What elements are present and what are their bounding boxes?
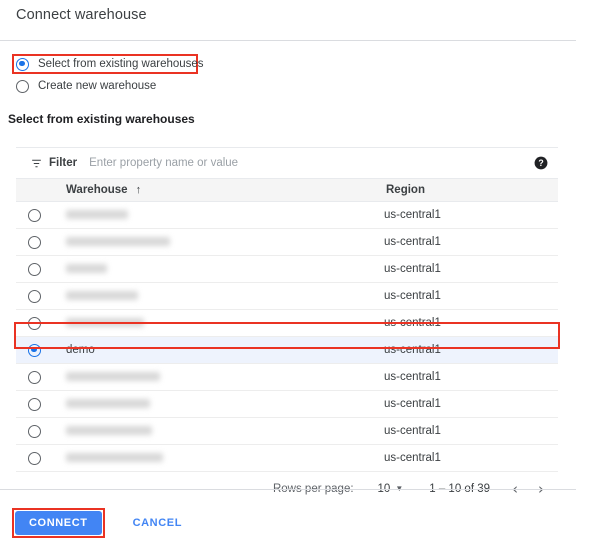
table-row[interactable]: us-central1	[16, 364, 558, 391]
radio-option-create-new[interactable]: Create new warehouse	[12, 77, 198, 95]
row-select-cell[interactable]	[16, 391, 64, 418]
radio-icon-unselected[interactable]	[28, 425, 41, 438]
column-header-region[interactable]: Region	[384, 179, 558, 202]
radio-icon-unselected[interactable]	[28, 317, 41, 330]
table-row[interactable]: us-central1	[16, 391, 558, 418]
row-select-cell[interactable]	[16, 283, 64, 310]
warehouse-name-cell: demo	[64, 337, 384, 364]
row-select-cell[interactable]	[16, 364, 64, 391]
warehouse-name-cell	[64, 445, 384, 472]
redacted-warehouse-name	[66, 399, 150, 408]
region-cell: us-central1	[384, 202, 558, 229]
radio-icon-selected[interactable]	[28, 344, 41, 357]
connect-button-highlight: CONNECT	[12, 508, 105, 538]
table-row[interactable]: us-central1	[16, 310, 558, 337]
page-title: Connect warehouse	[16, 7, 147, 23]
footer-divider	[0, 489, 576, 490]
radio-icon-unselected[interactable]	[28, 452, 41, 465]
filter-label: Filter	[49, 157, 77, 169]
warehouse-name-cell	[64, 202, 384, 229]
region-cell: us-central1	[384, 364, 558, 391]
region-cell: us-central1	[384, 229, 558, 256]
warehouse-name-cell	[64, 256, 384, 283]
section-heading: Select from existing warehouses	[8, 112, 195, 126]
table-row[interactable]: us-central1	[16, 202, 558, 229]
warehouse-name-cell	[64, 418, 384, 445]
table-row[interactable]: us-central1	[16, 445, 558, 472]
column-header-warehouse[interactable]: Warehouse ↑	[64, 179, 384, 202]
row-select-cell[interactable]	[16, 202, 64, 229]
redacted-warehouse-name	[66, 237, 170, 246]
table-header-row: Warehouse ↑ Region	[16, 179, 558, 202]
filter-input[interactable]	[89, 157, 526, 169]
column-header-region-label: Region	[386, 184, 425, 196]
filter-bar: Filter ?	[16, 148, 558, 178]
radio-icon-unselected[interactable]	[28, 290, 41, 303]
redacted-warehouse-name	[66, 291, 138, 300]
table-row[interactable]: us-central1	[16, 283, 558, 310]
svg-text:?: ?	[538, 158, 543, 168]
redacted-warehouse-name	[66, 264, 107, 273]
column-header-select	[16, 179, 64, 202]
redacted-warehouse-name	[66, 372, 160, 381]
table-row[interactable]: us-central1	[16, 229, 558, 256]
region-cell: us-central1	[384, 391, 558, 418]
row-select-cell[interactable]	[16, 445, 64, 472]
table-body: us-central1us-central1us-central1us-cent…	[16, 202, 558, 472]
row-select-cell[interactable]	[16, 229, 64, 256]
region-cell: us-central1	[384, 445, 558, 472]
radio-option-select-existing[interactable]: Select from existing warehouses	[12, 54, 198, 74]
radio-icon-unselected[interactable]	[28, 209, 41, 222]
dialog-actions: CONNECT CANCEL	[12, 508, 188, 538]
warehouse-mode-radio-group: Select from existing warehouses Create n…	[12, 54, 198, 98]
table-row[interactable]: us-central1	[16, 418, 558, 445]
region-cell: us-central1	[384, 418, 558, 445]
warehouse-name-cell	[64, 310, 384, 337]
row-select-cell[interactable]	[16, 418, 64, 445]
help-icon[interactable]: ?	[534, 156, 548, 170]
table-row[interactable]: demo us-central1	[16, 337, 558, 364]
table-row[interactable]: us-central1	[16, 256, 558, 283]
warehouse-name-cell	[64, 364, 384, 391]
radio-icon-unselected[interactable]	[28, 263, 41, 276]
redacted-warehouse-name	[66, 426, 152, 435]
row-select-cell[interactable]	[16, 256, 64, 283]
radio-icon-unselected[interactable]	[28, 398, 41, 411]
warehouse-name-cell	[64, 229, 384, 256]
redacted-warehouse-name	[66, 318, 144, 327]
radio-icon-selected[interactable]	[16, 58, 29, 71]
radio-option-label: Create new warehouse	[38, 80, 156, 92]
radio-icon-unselected[interactable]	[16, 80, 29, 93]
redacted-warehouse-name	[66, 453, 163, 462]
warehouse-name-cell	[64, 391, 384, 418]
radio-option-label: Select from existing warehouses	[38, 58, 204, 70]
region-cell: us-central1	[384, 310, 558, 337]
radio-icon-unselected[interactable]	[28, 371, 41, 384]
warehouse-table-card: Filter ? Warehouse ↑	[16, 147, 558, 506]
row-select-cell[interactable]	[16, 310, 64, 337]
title-divider	[0, 40, 576, 41]
region-cell: us-central1	[384, 256, 558, 283]
cancel-button[interactable]: CANCEL	[127, 516, 188, 530]
row-select-cell[interactable]	[16, 337, 64, 364]
warehouse-table: Warehouse ↑ Region us-central1us-central…	[16, 178, 558, 472]
column-header-warehouse-label: Warehouse	[66, 184, 128, 196]
region-cell: us-central1	[384, 337, 558, 364]
redacted-warehouse-name	[66, 210, 128, 219]
warehouse-name-text: demo	[66, 344, 95, 356]
region-cell: us-central1	[384, 283, 558, 310]
filter-icon	[30, 157, 43, 170]
radio-icon-unselected[interactable]	[28, 236, 41, 249]
warehouse-name-cell	[64, 283, 384, 310]
connect-button[interactable]: CONNECT	[15, 511, 102, 535]
sort-ascending-icon[interactable]: ↑	[136, 185, 142, 196]
